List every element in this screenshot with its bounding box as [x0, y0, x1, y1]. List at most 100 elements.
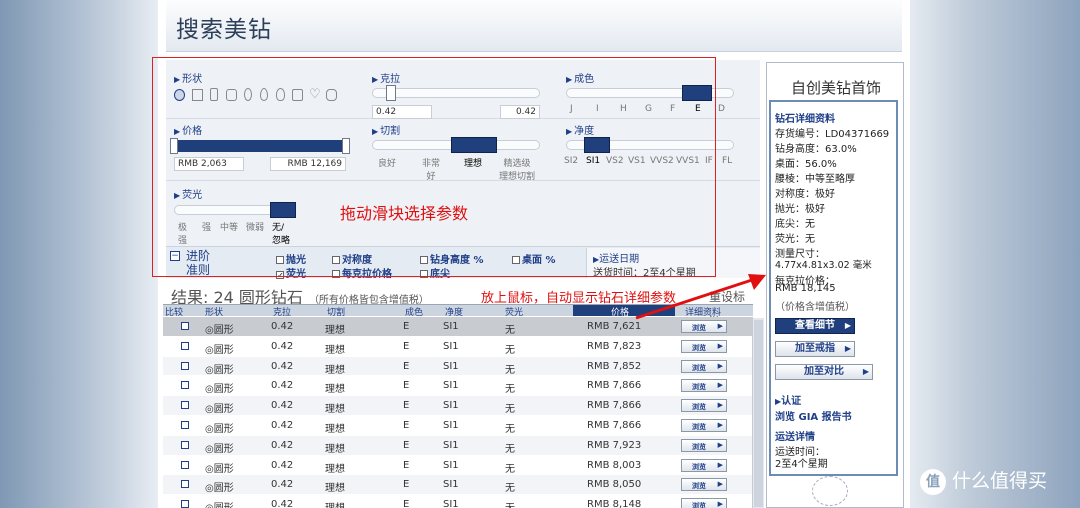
- view-button[interactable]: 浏览 ▶: [681, 359, 727, 373]
- cell-shape: ◎圆形: [205, 463, 234, 475]
- view-button[interactable]: 浏览 ▶: [681, 498, 727, 508]
- cell-carat: 0.42: [271, 439, 294, 451]
- cell-clarity: SI1: [443, 360, 459, 372]
- cell-carat: 0.42: [271, 400, 294, 412]
- triangle-right-icon: ▶: [717, 420, 723, 429]
- triangle-right-icon: ▶: [717, 440, 723, 449]
- table-row[interactable]: ◎圆形 0.42 理想 E SI1 无 RMB 7,852 浏览 ▶: [163, 356, 753, 377]
- compare-checkbox[interactable]: [181, 361, 189, 370]
- view-button[interactable]: 浏览 ▶: [681, 399, 727, 413]
- detail-polish: 抛光：极好: [775, 204, 825, 215]
- cell-cut: 理想: [325, 364, 345, 376]
- compare-checkbox[interactable]: [181, 460, 189, 469]
- compare-checkbox[interactable]: [181, 480, 189, 489]
- cell-shape: ◎圆形: [205, 423, 234, 435]
- cell-fluor: 无: [505, 499, 515, 508]
- cell-clarity: SI1: [443, 340, 459, 352]
- view-button-label: 浏览: [692, 422, 706, 431]
- annotation-box: [152, 57, 716, 277]
- cell-shape: ◎圆形: [205, 325, 234, 336]
- triangle-right-icon: ▶: [844, 344, 851, 353]
- detail-depth: 钻身高度：63.0%: [775, 144, 857, 155]
- table-row[interactable]: ◎圆形 0.42 理想 E SI1 无 RMB 8,003 浏览 ▶: [163, 455, 753, 476]
- table-row[interactable]: ◎圆形 0.42 理想 E SI1 无 RMB 7,866 浏览 ▶: [163, 376, 753, 397]
- annotation-drag-hint: 拖动滑块选择参数: [340, 204, 469, 223]
- cert-label: ▶认证: [775, 392, 801, 407]
- gia-report-link[interactable]: 浏览 GIA 报告书: [775, 408, 852, 423]
- background-left: [0, 0, 158, 508]
- triangle-right-icon: ▶: [717, 341, 723, 350]
- cell-color: E: [403, 360, 410, 372]
- cell-shape: ◎圆形: [205, 344, 234, 356]
- cell-carat: 0.42: [271, 499, 294, 508]
- view-button-label: 浏览: [692, 403, 706, 412]
- cell-price: RMB 7,866: [587, 400, 642, 412]
- view-button-label: 浏览: [692, 383, 706, 392]
- sidebar-title[interactable]: 自创美钻首饰: [767, 77, 905, 98]
- cell-color: E: [403, 419, 410, 431]
- cell-carat: 0.42: [271, 419, 294, 431]
- view-details-button[interactable]: 查看细节 ▶: [775, 318, 855, 334]
- cell-shape: ◎圆形: [205, 364, 234, 376]
- scrollbar-thumb[interactable]: [754, 320, 763, 507]
- cell-price: RMB 7,866: [587, 419, 642, 431]
- cell-clarity: SI1: [443, 400, 459, 412]
- view-button[interactable]: 浏览 ▶: [681, 478, 727, 492]
- compare-checkbox[interactable]: [181, 420, 189, 429]
- triangle-right-icon: ▶: [717, 500, 723, 508]
- view-button[interactable]: 浏览 ▶: [681, 379, 727, 393]
- triangle-right-icon: ▶: [717, 361, 723, 370]
- background-right: [908, 0, 1080, 508]
- table-row[interactable]: ◎圆形 0.42 理想 E SI1 无 RMB 8,050 浏览 ▶: [163, 475, 753, 496]
- cert-label-text: 认证: [781, 396, 802, 407]
- compare-checkbox[interactable]: [181, 341, 189, 350]
- cell-cut: 理想: [325, 404, 345, 416]
- cell-fluor: 无: [505, 443, 515, 455]
- cell-fluor: 无: [505, 423, 515, 435]
- view-button[interactable]: 浏览 ▶: [681, 438, 727, 452]
- cell-color: E: [403, 340, 410, 352]
- view-button-label: 浏览: [692, 343, 706, 352]
- cell-price: RMB 7,852: [587, 360, 642, 372]
- view-button[interactable]: 浏览 ▶: [681, 458, 727, 472]
- table-row[interactable]: ◎圆形 0.42 理想 E SI1 无 RMB 7,823 浏览 ▶: [163, 336, 753, 357]
- diamond-image: [812, 476, 848, 506]
- triangle-right-icon: ▶: [717, 480, 723, 489]
- compare-checkbox[interactable]: [181, 500, 189, 508]
- table-row[interactable]: ◎圆形 0.42 理想 E SI1 无 RMB 7,866 浏览 ▶: [163, 415, 753, 436]
- cell-clarity: SI1: [443, 499, 459, 508]
- detail-heading: 钻石详细资料: [775, 114, 835, 125]
- detail-symmetry: 对称度：极好: [775, 189, 835, 200]
- results-scrollbar[interactable]: [752, 318, 764, 508]
- view-button[interactable]: 浏览 ▶: [681, 339, 727, 353]
- cell-fluor: 无: [505, 325, 515, 336]
- table-row[interactable]: ◎圆形 0.42 理想 E SI1 无 RMB 7,923 浏览 ▶: [163, 435, 753, 456]
- add-to-ring-button[interactable]: 加至戒指 ▶: [775, 341, 855, 357]
- cell-shape: ◎圆形: [205, 443, 234, 455]
- triangle-right-icon: ▶: [862, 367, 869, 376]
- cell-fluor: 无: [505, 384, 515, 396]
- cell-price: RMB 8,148: [587, 499, 642, 508]
- triangle-right-icon: ▶: [717, 381, 723, 390]
- cell-clarity: SI1: [443, 321, 459, 332]
- compare-checkbox[interactable]: [181, 440, 189, 449]
- cell-cut: 理想: [325, 344, 345, 356]
- view-button[interactable]: 浏览 ▶: [681, 418, 727, 432]
- detail-fluor: 荧光：无: [775, 234, 815, 245]
- compare-checkbox[interactable]: [181, 322, 189, 330]
- cell-shape: ◎圆形: [205, 384, 234, 396]
- cell-cut: 理想: [325, 443, 345, 455]
- view-button-label: 浏览: [692, 442, 706, 451]
- view-button-label: 浏览: [692, 482, 706, 491]
- compare-checkbox[interactable]: [181, 401, 189, 410]
- cell-shape: ◎圆形: [205, 404, 234, 416]
- cell-clarity: SI1: [443, 419, 459, 431]
- table-row[interactable]: ◎圆形 0.42 理想 E SI1 无 RMB 7,866 浏览 ▶: [163, 396, 753, 416]
- cell-color: E: [403, 439, 410, 451]
- cell-carat: 0.42: [271, 479, 294, 491]
- cell-fluor: 无: [505, 404, 515, 416]
- compare-checkbox[interactable]: [181, 381, 189, 390]
- table-row[interactable]: ◎圆形 0.42 理想 E SI1 无 RMB 8,148 浏览 ▶: [163, 495, 753, 508]
- add-to-compare-button[interactable]: 加至对比 ▶: [775, 364, 873, 380]
- cell-fluor: 无: [505, 344, 515, 356]
